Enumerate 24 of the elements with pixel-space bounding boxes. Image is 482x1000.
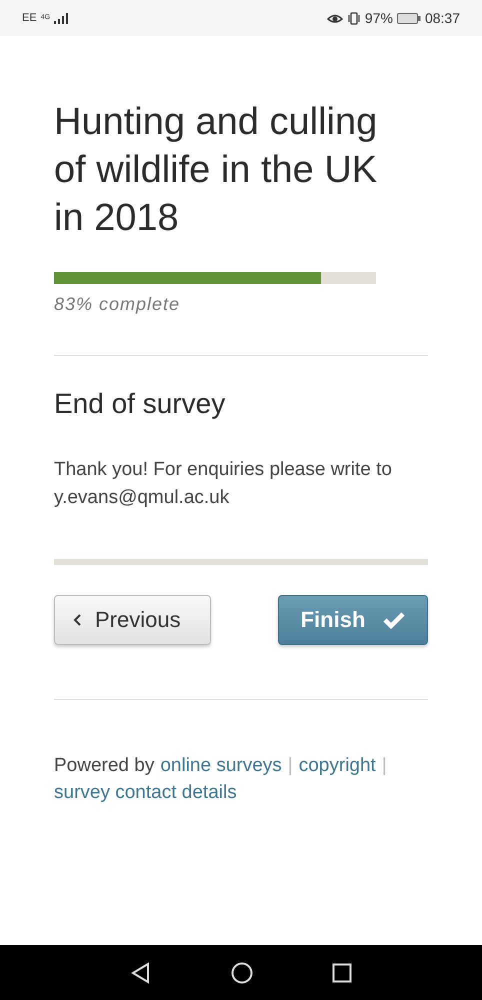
section-heading: End of survey (54, 388, 226, 420)
survey-title: Hunting and culling of wildlife in the UK in 2018 (54, 100, 378, 241)
separator: | (382, 754, 387, 778)
finish-button[interactable]: Finish (278, 595, 428, 645)
eye-icon (326, 12, 343, 24)
footer-link[interactable]: online surveys (160, 752, 282, 779)
home-icon[interactable] (230, 962, 253, 984)
thank-you-message: Thank you! For enquiries please write to y.evans@qmul.ac.uk (54, 458, 393, 510)
progress-label: 83% complete (54, 294, 182, 315)
vibrate-icon (346, 12, 361, 24)
separator: | (288, 754, 293, 778)
previous-button[interactable]: Previous (54, 595, 211, 645)
back-icon[interactable] (130, 962, 152, 984)
recents-icon[interactable] (332, 962, 352, 982)
clock-time: 08:37 (424, 10, 460, 26)
checkmark-icon (383, 611, 406, 629)
battery-icon (396, 12, 421, 24)
footer-link[interactable]: survey contact details (54, 779, 237, 806)
carrier-name: EE (22, 12, 37, 24)
battery-percent: 97% (364, 10, 393, 26)
signal-icon (54, 12, 68, 24)
powered-by-text: Powered by (54, 754, 154, 778)
chevron-left-icon (73, 613, 83, 627)
footer-link[interactable]: copyright (298, 752, 376, 779)
